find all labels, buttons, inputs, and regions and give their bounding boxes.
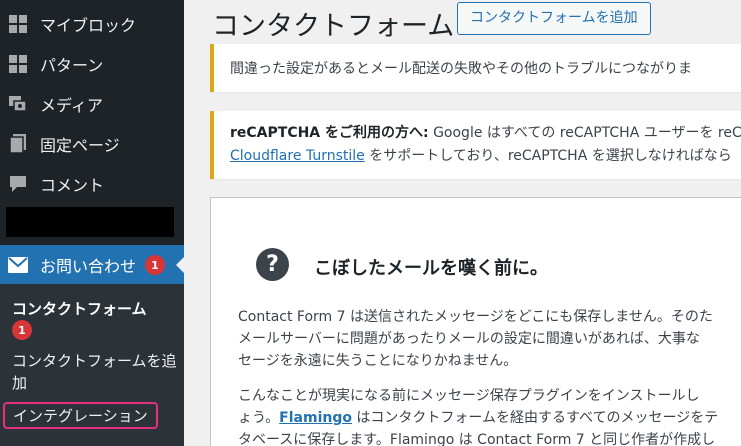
pages-icon <box>8 134 28 154</box>
add-contact-form-button[interactable]: コンタクトフォームを追加 <box>457 2 651 35</box>
paragraph-line: こんなことが現実になる前にメッセージ保存プラグインをインストールし <box>238 388 700 404</box>
flamingo-promo-card: ? こぼしたメールを嘆く前に。 Contact Form 7 は送信されたメッセ… <box>210 197 741 446</box>
cloudflare-turnstile-link[interactable]: Cloudflare Turnstile <box>230 148 365 164</box>
paragraph-line: タベースに保存します。Flamingo は Contact Form 7 と同じ… <box>238 432 716 446</box>
sidebar-item-pages[interactable]: 固定ページ <box>0 124 184 164</box>
sidebar-item-label: お問い合わせ <box>40 257 137 276</box>
redacted-menu-item <box>6 207 174 237</box>
comment-icon <box>8 174 28 194</box>
notice-heading: reCAPTCHA をご利用の方へ: <box>230 125 429 141</box>
sidebar-item-patterns[interactable]: パターン <box>0 44 184 84</box>
sidebar-item-label: 固定ページ <box>40 136 120 155</box>
flamingo-link[interactable]: Flamingo <box>279 410 352 426</box>
paragraph-line: Contact Form 7 は送信されたメッセージをどこにも保存しません。その… <box>238 309 713 325</box>
paragraph-text: ょう。 <box>238 410 280 426</box>
question-mark-icon: ? <box>256 248 289 281</box>
notice-text: 間違った設定があるとメール配送の失敗やその他のトラブルにつながりま <box>230 61 692 77</box>
recaptcha-notice: reCAPTCHA をご利用の方へ: Google はすべての reCAPTCH… <box>210 111 741 179</box>
notice-text: Google はすべての reCAPTCHA ユーザーを reC <box>428 125 741 141</box>
paragraph-text: はコンタクトフォームを経由するすべてのメッセージをテ <box>351 410 719 426</box>
card-paragraph: こんなことが現実になる前にメッセージ保存プラグインをインストールし ょう。Fla… <box>238 385 718 446</box>
mail-icon <box>8 255 28 275</box>
update-count-badge: 1 <box>145 255 165 275</box>
paragraph-line: セージを永遠に失うことになりかねません。 <box>238 353 518 369</box>
main-content: コンタクトフォーム コンタクトフォームを追加 間違った設定があるとメール配送の失… <box>184 0 741 446</box>
contact-submenu: コンタクトフォーム 1 コンタクトフォームを追加 インテグレーション <box>0 284 184 446</box>
submenu-item-add-contact-form[interactable]: コンタクトフォームを追加 <box>12 350 177 394</box>
admin-sidebar: マイブロック パターン メディア 固定ページ コメント お問い合わせ 1 コンタ <box>0 0 184 446</box>
sidebar-item-label: マイブロック <box>40 16 137 35</box>
sidebar-item-comments[interactable]: コメント <box>0 164 184 204</box>
submenu-item-integration[interactable]: インテグレーション <box>3 402 158 429</box>
media-icon <box>8 94 28 114</box>
sidebar-item-label: コメント <box>40 176 105 195</box>
submenu-item-contact-forms[interactable]: コンタクトフォーム <box>12 298 147 319</box>
current-menu-arrow <box>176 257 184 273</box>
sidebar-item-label: メディア <box>40 96 103 115</box>
config-error-notice: 間違った設定があるとメール配送の失敗やその他のトラブルにつながりま <box>210 44 741 92</box>
paragraph-line: メールサーバーに問題があったりメールの設定に間違いがあれば、大事な <box>238 331 700 347</box>
notice-text: をサポートしており、reCAPTCHA を選択しなければなら <box>364 148 732 164</box>
blocks-grid-icon <box>8 14 28 34</box>
card-title: こぼしたメールを嘆く前に。 <box>314 258 548 279</box>
card-paragraph: Contact Form 7 は送信されたメッセージをどこにも保存しません。その… <box>238 306 713 372</box>
sidebar-item-media[interactable]: メディア <box>0 84 184 124</box>
sidebar-item-contact[interactable]: お問い合わせ 1 <box>0 245 184 285</box>
sidebar-item-my-blocks[interactable]: マイブロック <box>0 4 184 44</box>
patterns-grid-icon <box>8 54 28 74</box>
page-title: コンタクトフォーム <box>212 11 455 42</box>
submenu-count-badge: 1 <box>12 320 32 340</box>
sidebar-item-label: パターン <box>40 56 104 75</box>
